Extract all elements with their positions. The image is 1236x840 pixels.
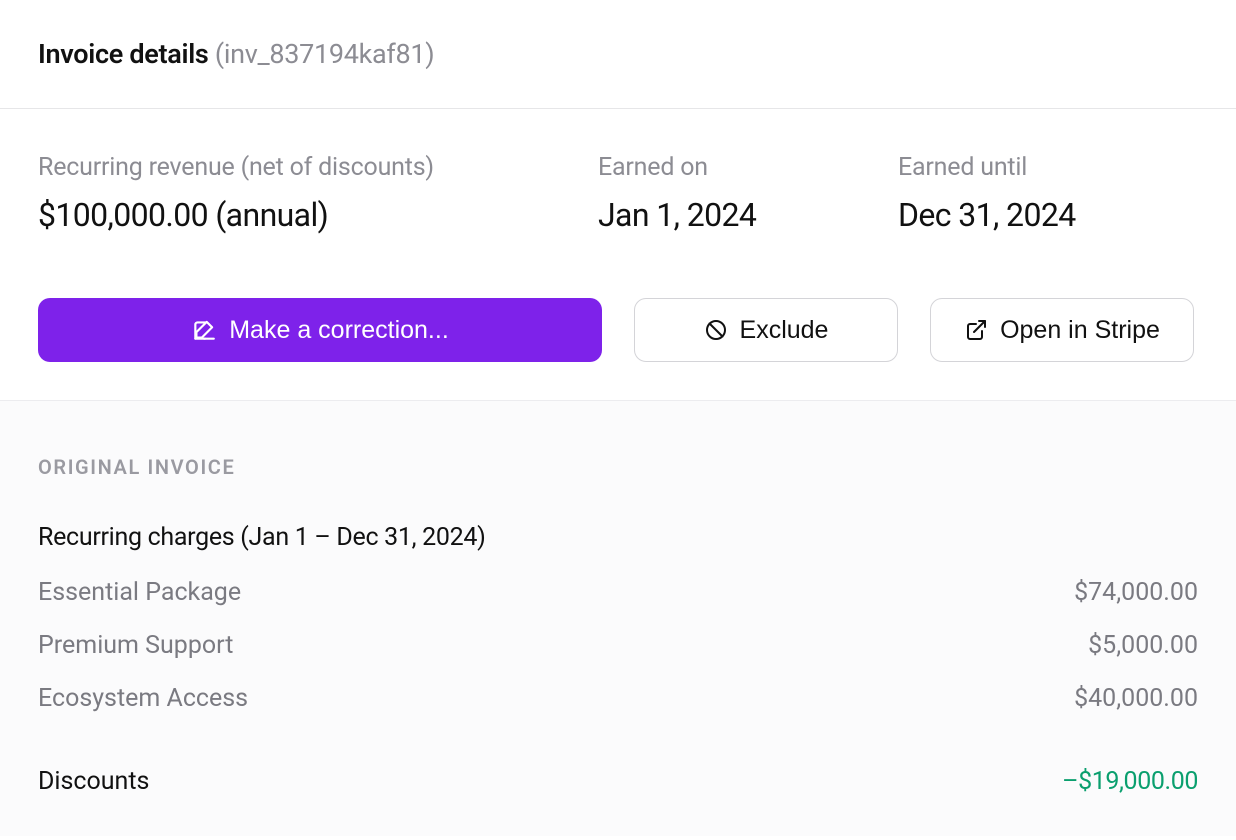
page-header: Invoice details (inv_837194kaf81) [0,0,1236,109]
external-link-icon [964,318,988,342]
page-title-text: Invoice details [38,38,209,70]
metric-earned-on-value: Jan 1, 2024 [598,196,898,234]
ban-icon [704,318,728,342]
open-in-stripe-button[interactable]: Open in Stripe [930,298,1194,362]
line-item-label: Essential Package [38,578,241,607]
edit-icon [191,317,217,343]
make-correction-button[interactable]: Make a correction... [38,298,602,362]
line-item-amount: $5,000.00 [1088,631,1198,660]
invoice-id: (inv_837194kaf81) [215,38,434,70]
line-item: Ecosystem Access $40,000.00 [38,684,1198,713]
line-item-label: Ecosystem Access [38,684,248,713]
line-item: Premium Support $5,000.00 [38,631,1198,660]
open-in-stripe-label: Open in Stripe [1000,316,1160,345]
original-invoice-heading: ORIGINAL INVOICE [38,455,1198,479]
metric-earned-until-value: Dec 31, 2024 [898,196,1198,234]
line-item-amount: $74,000.00 [1074,578,1198,607]
metric-earned-until-label: Earned until [898,153,1198,182]
line-item: Essential Package $74,000.00 [38,578,1198,607]
make-correction-label: Make a correction... [229,316,449,345]
summary-grid: Recurring revenue (net of discounts) $10… [38,153,1198,234]
exclude-label: Exclude [740,316,829,345]
line-items-list: Essential Package $74,000.00 Premium Suppo… [38,578,1198,713]
metric-earned-on-label: Earned on [598,153,898,182]
summary-section: Recurring revenue (net of discounts) $10… [0,109,1236,400]
metric-revenue: Recurring revenue (net of discounts) $10… [38,153,598,234]
metric-earned-until: Earned until Dec 31, 2024 [898,153,1198,234]
line-item-amount: $40,000.00 [1074,684,1198,713]
metric-revenue-value: $100,000.00 (annual) [38,196,598,234]
metric-revenue-label: Recurring revenue (net of discounts) [38,153,598,182]
discounts-row: Discounts –$19,000.00 [38,767,1198,796]
discounts-amount: –$19,000.00 [1062,767,1198,796]
metric-earned-on: Earned on Jan 1, 2024 [598,153,898,234]
line-item-label: Premium Support [38,631,233,660]
page-title: Invoice details (inv_837194kaf81) [38,38,1198,70]
recurring-charges-heading: Recurring charges (Jan 1 – Dec 31, 2024) [38,523,1198,552]
discounts-label: Discounts [38,767,149,796]
action-bar: Make a correction... Exclude Open in [38,298,1198,362]
original-invoice-section: ORIGINAL INVOICE Recurring charges (Jan … [0,400,1236,836]
exclude-button[interactable]: Exclude [634,298,898,362]
